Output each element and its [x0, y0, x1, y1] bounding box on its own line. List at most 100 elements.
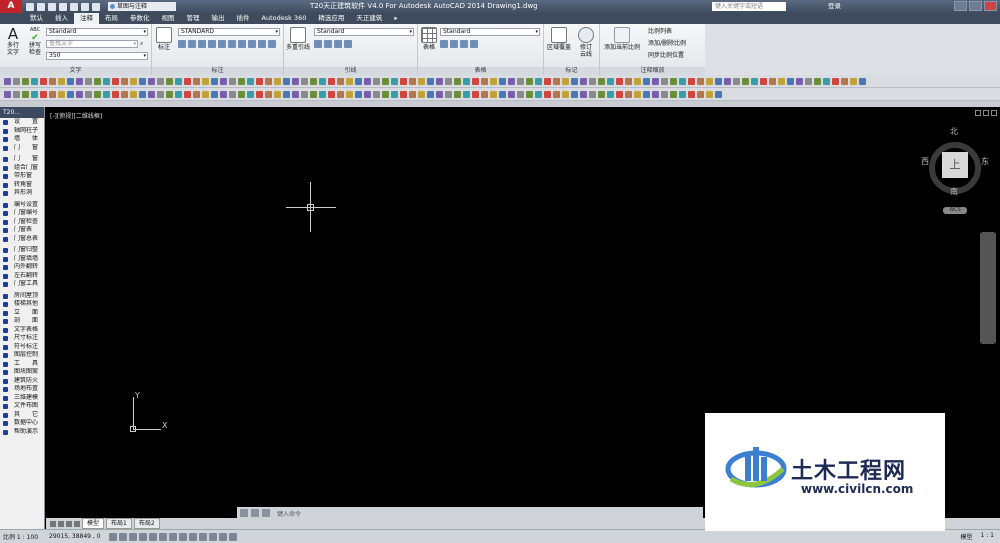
toolbar-tool-icon[interactable]	[202, 77, 209, 85]
toolbar-tool-icon[interactable]	[517, 77, 524, 85]
toolbar-tool-icon[interactable]	[580, 77, 587, 85]
toolbar-tool-icon[interactable]	[346, 90, 353, 98]
add-leader-icon[interactable]	[314, 40, 322, 48]
redo-icon[interactable]	[92, 2, 100, 11]
save-icon[interactable]	[48, 2, 56, 11]
leader-style-select[interactable]: Standard	[314, 28, 414, 36]
toolbar-tool-icon[interactable]	[202, 90, 209, 98]
toolbar-tool-icon[interactable]	[589, 77, 596, 85]
remove-leader-icon[interactable]	[324, 40, 332, 48]
toolbar-tool-icon[interactable]	[211, 90, 218, 98]
toolbar-tool-icon[interactable]	[553, 90, 560, 98]
toolbar-tool-icon[interactable]	[490, 90, 497, 98]
palette-item[interactable]: 三维建模	[0, 394, 44, 403]
toolbar-tool-icon[interactable]	[787, 77, 794, 85]
toolbar-tool-icon[interactable]	[562, 90, 569, 98]
toolbar-tool-icon[interactable]	[625, 77, 632, 85]
toolbar-tool-icon[interactable]	[22, 90, 29, 98]
sync-scale-button[interactable]: 同步比例位置	[648, 52, 684, 59]
toolbar-tool-icon[interactable]	[625, 90, 632, 98]
toolbar-tool-icon[interactable]	[265, 90, 272, 98]
viewcube-south[interactable]: 南	[950, 186, 958, 197]
toolbar-tool-icon[interactable]	[409, 77, 416, 85]
toolbar-tool-icon[interactable]	[436, 77, 443, 85]
toolbar-tool-icon[interactable]	[706, 77, 713, 85]
palette-item[interactable]: 门 窗	[0, 144, 44, 153]
tab-tangent[interactable]: 天正建筑	[350, 13, 388, 24]
toolbar-tool-icon[interactable]	[688, 77, 695, 85]
palette-item[interactable]: 楼梯其他	[0, 300, 44, 309]
toolbar-tool-icon[interactable]	[445, 90, 452, 98]
toolbar-tool-icon[interactable]	[634, 90, 641, 98]
palette-item[interactable]: 符号标注	[0, 343, 44, 352]
last-tab-arrow-icon[interactable]	[74, 520, 80, 527]
transparency-icon[interactable]	[208, 532, 217, 541]
toolbar-tool-icon[interactable]	[94, 77, 101, 85]
dimension-button[interactable]: 标注	[154, 27, 174, 51]
toolbar-tool-icon[interactable]	[697, 77, 704, 85]
toolbar-tool-icon[interactable]	[706, 90, 713, 98]
toolbar-tool-icon[interactable]	[76, 90, 83, 98]
app-logo[interactable]: A	[0, 0, 22, 13]
toolbar-tool-icon[interactable]	[247, 90, 254, 98]
toolbar-tool-icon[interactable]	[535, 90, 542, 98]
toolbar-tool-icon[interactable]	[139, 77, 146, 85]
otrack-icon[interactable]	[168, 532, 177, 541]
toolbar-tool-icon[interactable]	[355, 90, 362, 98]
toolbar-tool-icon[interactable]	[112, 77, 119, 85]
dim-linear-icon[interactable]	[178, 40, 186, 48]
toolbar-tool-icon[interactable]	[148, 77, 155, 85]
grid-icon[interactable]	[118, 532, 127, 541]
collect-leader-icon[interactable]	[344, 40, 352, 48]
toolbar-tool-icon[interactable]	[670, 77, 677, 85]
toolbar-tool-icon[interactable]	[4, 77, 11, 85]
toolbar-tool-icon[interactable]	[445, 77, 452, 85]
toolbar-tool-icon[interactable]	[382, 90, 389, 98]
command-settings-icon[interactable]	[251, 509, 259, 517]
sc-icon[interactable]	[228, 532, 237, 541]
toolbar-tool-icon[interactable]	[652, 77, 659, 85]
toolbar-tool-icon[interactable]	[301, 90, 308, 98]
toolbar-tool-icon[interactable]	[454, 90, 461, 98]
toolbar-tool-icon[interactable]	[400, 77, 407, 85]
dim-style-select[interactable]: STANDARD	[178, 28, 280, 36]
toolbar-tool-icon[interactable]	[31, 77, 38, 85]
toolbar-tool-icon[interactable]	[400, 90, 407, 98]
annotation-scale-button[interactable]: 1 : 1	[981, 532, 994, 541]
palette-item[interactable]: 轴网柱子	[0, 127, 44, 136]
toolbar-tool-icon[interactable]	[364, 77, 371, 85]
toolbar-tool-icon[interactable]	[481, 90, 488, 98]
toolbar-tool-icon[interactable]	[346, 77, 353, 85]
new-icon[interactable]	[26, 2, 34, 11]
toolbar-tool-icon[interactable]	[616, 90, 623, 98]
palette-item[interactable]: 建筑防火	[0, 377, 44, 386]
lineweight-icon[interactable]	[198, 532, 207, 541]
toolbar-tool-icon[interactable]	[247, 77, 254, 85]
toolbar-tool-icon[interactable]	[13, 90, 20, 98]
palette-item[interactable]: 图层控制	[0, 351, 44, 360]
toolbar-tool-icon[interactable]	[679, 77, 686, 85]
osnap-icon[interactable]	[148, 532, 157, 541]
find-text-input[interactable]: 查找文字	[46, 40, 138, 48]
navigation-bar[interactable]	[980, 232, 996, 344]
text-style-select[interactable]: Standard	[46, 28, 148, 36]
toolbar-tool-icon[interactable]	[139, 90, 146, 98]
revcloud-button[interactable]: 修订云线	[574, 27, 598, 58]
toolbar-tool-icon[interactable]	[211, 77, 218, 85]
toolbar-tool-icon[interactable]	[544, 90, 551, 98]
toolbar-tool-icon[interactable]	[148, 90, 155, 98]
toolbar-tool-icon[interactable]	[517, 90, 524, 98]
spell-check-button[interactable]: ABC ✔ 拼写检查	[26, 27, 44, 56]
dim-ordinate-icon[interactable]	[238, 40, 246, 48]
toolbar-tool-icon[interactable]	[418, 90, 425, 98]
palette-item[interactable]: 图块图案	[0, 368, 44, 377]
toolbar-tool-icon[interactable]	[463, 77, 470, 85]
toolbar-tool-icon[interactable]	[67, 90, 74, 98]
toolbar-tool-icon[interactable]	[220, 90, 227, 98]
toolbar-tool-icon[interactable]	[337, 77, 344, 85]
vp-restore-button[interactable]	[983, 110, 989, 116]
snap-icon[interactable]	[108, 532, 117, 541]
toolbar-tool-icon[interactable]	[166, 77, 173, 85]
toolbar-tool-icon[interactable]	[643, 90, 650, 98]
toolbar-tool-icon[interactable]	[589, 90, 596, 98]
